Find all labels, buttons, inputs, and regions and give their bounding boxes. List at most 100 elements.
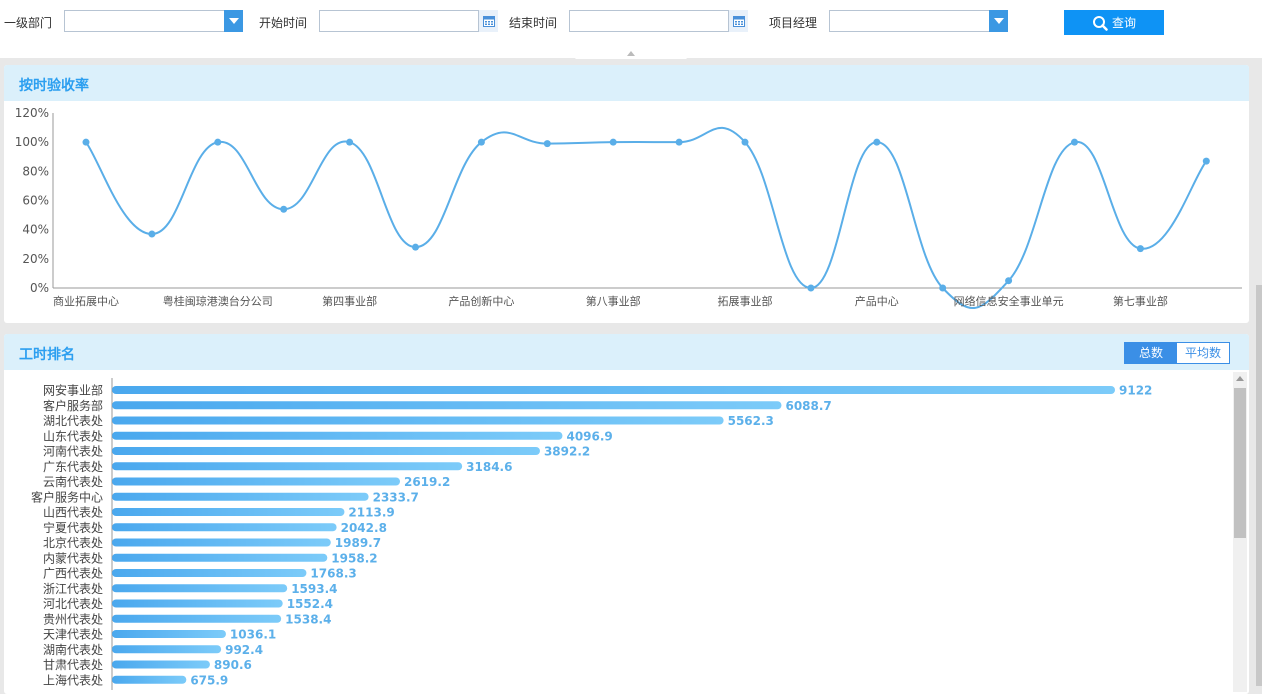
y-axis: 0% 20% 40% 60% 80% 100% 120% <box>15 106 49 295</box>
category-label: 广西代表处 <box>43 567 103 581</box>
data-point[interactable] <box>1202 157 1210 165</box>
bar[interactable] <box>112 599 283 608</box>
metric-toggle: 总数 平均数 <box>1124 342 1230 364</box>
bar[interactable] <box>112 553 328 562</box>
panel-title: 按时验收率 <box>19 78 89 94</box>
category-label: 山西代表处 <box>43 506 103 520</box>
category-label: 河南代表处 <box>43 444 103 459</box>
data-point[interactable] <box>346 138 354 146</box>
bar-value-label: 4096.9 <box>566 429 612 443</box>
toggle-total-button[interactable]: 总数 <box>1125 343 1177 363</box>
chevron-up-icon <box>627 51 635 56</box>
bar-value-label: 1958.2 <box>331 551 377 565</box>
collapse-filter-toggle[interactable] <box>575 49 687 59</box>
bar[interactable] <box>112 477 400 486</box>
bar[interactable] <box>112 431 563 440</box>
data-point[interactable] <box>214 138 222 146</box>
data-point[interactable] <box>148 230 156 238</box>
bar-value-label: 5562.3 <box>728 414 774 428</box>
category-label: 宁夏代表处 <box>43 520 103 535</box>
panel-header: 按时验收率 <box>4 65 1249 101</box>
y-tick-label: 120% <box>15 106 49 120</box>
y-tick-label: 0% <box>30 281 49 295</box>
bar-value-label: 675.9 <box>190 673 228 687</box>
data-point[interactable] <box>939 284 947 292</box>
data-point[interactable] <box>741 138 749 146</box>
bar[interactable] <box>112 523 337 532</box>
bar[interactable] <box>112 614 282 623</box>
chevron-down-icon[interactable] <box>989 10 1008 32</box>
bar[interactable] <box>112 386 1115 394</box>
y-tick-label: 20% <box>22 252 49 266</box>
bar-value-label: 9122 <box>1119 384 1152 398</box>
category-label: 客户服务部 <box>43 398 103 413</box>
scrollbar-thumb[interactable] <box>1234 388 1246 538</box>
data-point[interactable] <box>609 138 617 146</box>
bar-value-label: 2333.7 <box>373 490 419 504</box>
y-tick-label: 80% <box>22 164 49 178</box>
end-time-input[interactable] <box>569 10 748 32</box>
query-button[interactable]: 查询 <box>1064 10 1164 35</box>
series-line <box>85 126 1208 309</box>
data-point[interactable] <box>1136 245 1144 253</box>
x-tick-label: 拓展事业部 <box>718 294 773 308</box>
calendar-icon[interactable] <box>478 10 498 32</box>
data-point[interactable] <box>543 140 551 148</box>
page-scrollbar[interactable] <box>1256 285 1262 686</box>
category-label: 广东代表处 <box>43 460 103 474</box>
category-label: 内蒙代表处 <box>43 551 103 565</box>
scroll-up-icon[interactable] <box>1236 376 1244 381</box>
data-point[interactable] <box>412 243 419 251</box>
calendar-icon[interactable] <box>728 10 748 32</box>
scrollbar[interactable] <box>1233 372 1247 692</box>
bar[interactable] <box>112 660 210 669</box>
bar[interactable] <box>112 401 782 410</box>
bar[interactable] <box>112 584 288 593</box>
bar-value-label: 992.4 <box>225 643 263 657</box>
bar[interactable] <box>112 569 307 577</box>
bar-value-label: 1593.4 <box>291 582 337 596</box>
bar-value-label: 890.6 <box>214 658 252 672</box>
bar[interactable] <box>112 645 222 654</box>
dept-select[interactable] <box>64 10 243 32</box>
category-label: 浙江代表处 <box>43 582 103 596</box>
bar[interactable] <box>112 447 540 455</box>
data-point[interactable] <box>280 205 288 213</box>
bar[interactable] <box>112 538 331 547</box>
bar-value-label: 6088.7 <box>785 399 831 413</box>
bar[interactable] <box>112 630 226 638</box>
bar[interactable] <box>112 492 369 501</box>
bar-chart: 网安事业部 9122 客户服务部 6088.7 湖北代表处 5562.3 山东代表处 4096… <box>31 378 1152 690</box>
category-label: 贵州代表处 <box>43 612 103 626</box>
dept-label: 一级部门 <box>4 16 53 30</box>
data-point[interactable] <box>477 138 485 146</box>
x-tick-label: 第四事业部 <box>322 294 377 308</box>
bar[interactable] <box>112 416 724 425</box>
bar-value-label: 1552.4 <box>287 597 333 611</box>
category-label: 湖南代表处 <box>43 642 103 657</box>
chevron-down-icon[interactable] <box>224 10 243 32</box>
data-point[interactable] <box>1071 138 1078 146</box>
toggle-average-button[interactable]: 平均数 <box>1177 343 1229 363</box>
line-chart: 0% 20% 40% 60% 80% 100% 120% 商业拓展中心 粤桂闽琼港澳台分公司 第四… <box>15 106 1242 309</box>
start-time-input[interactable] <box>319 10 498 32</box>
data-point[interactable] <box>873 138 881 146</box>
bar-value-label: 2113.9 <box>348 506 394 520</box>
start-time-label: 开始时间 <box>259 16 308 30</box>
bar-value-label: 3184.6 <box>466 460 512 474</box>
bar[interactable] <box>112 462 463 471</box>
data-point[interactable] <box>807 284 815 292</box>
bar[interactable] <box>112 508 345 516</box>
end-time-label: 结束时间 <box>509 16 558 30</box>
category-label: 甘肃代表处 <box>43 658 103 672</box>
panel-title: 工时排名 <box>19 347 75 363</box>
data-point[interactable] <box>82 138 90 146</box>
bar-value-label: 1538.4 <box>285 612 331 626</box>
x-tick-label: 粤桂闽琼港澳台分公司 <box>163 294 273 308</box>
manager-select[interactable] <box>829 10 1008 32</box>
data-point[interactable] <box>1005 277 1013 285</box>
search-icon <box>1092 15 1108 31</box>
query-button-label: 查询 <box>1111 16 1136 30</box>
data-point[interactable] <box>675 138 683 146</box>
bar[interactable] <box>112 675 187 684</box>
